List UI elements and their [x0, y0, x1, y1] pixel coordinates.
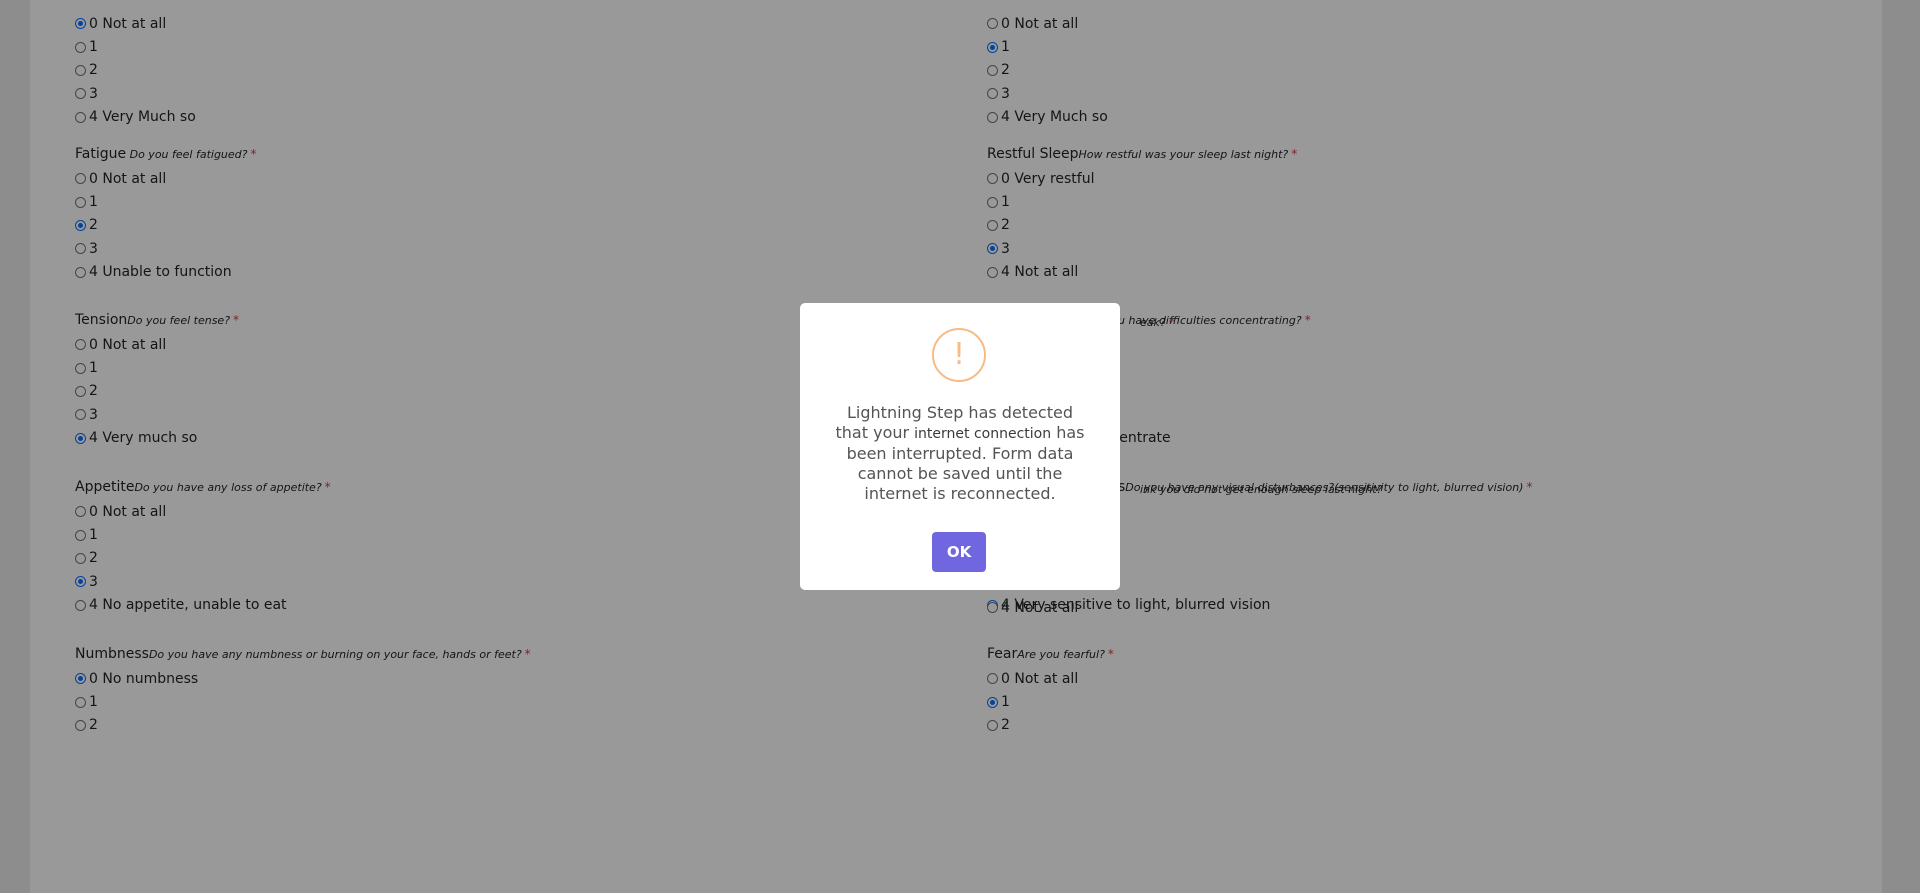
connection-lost-dialog: ! Lightning Step has detected that your … — [800, 303, 1120, 590]
dialog-message: Lightning Step has detected that your in… — [830, 403, 1090, 504]
dialog-message-emphasis: internet connection — [914, 426, 1052, 442]
warning-exclamation-icon: ! — [932, 328, 986, 382]
ok-button[interactable]: OK — [932, 532, 986, 572]
